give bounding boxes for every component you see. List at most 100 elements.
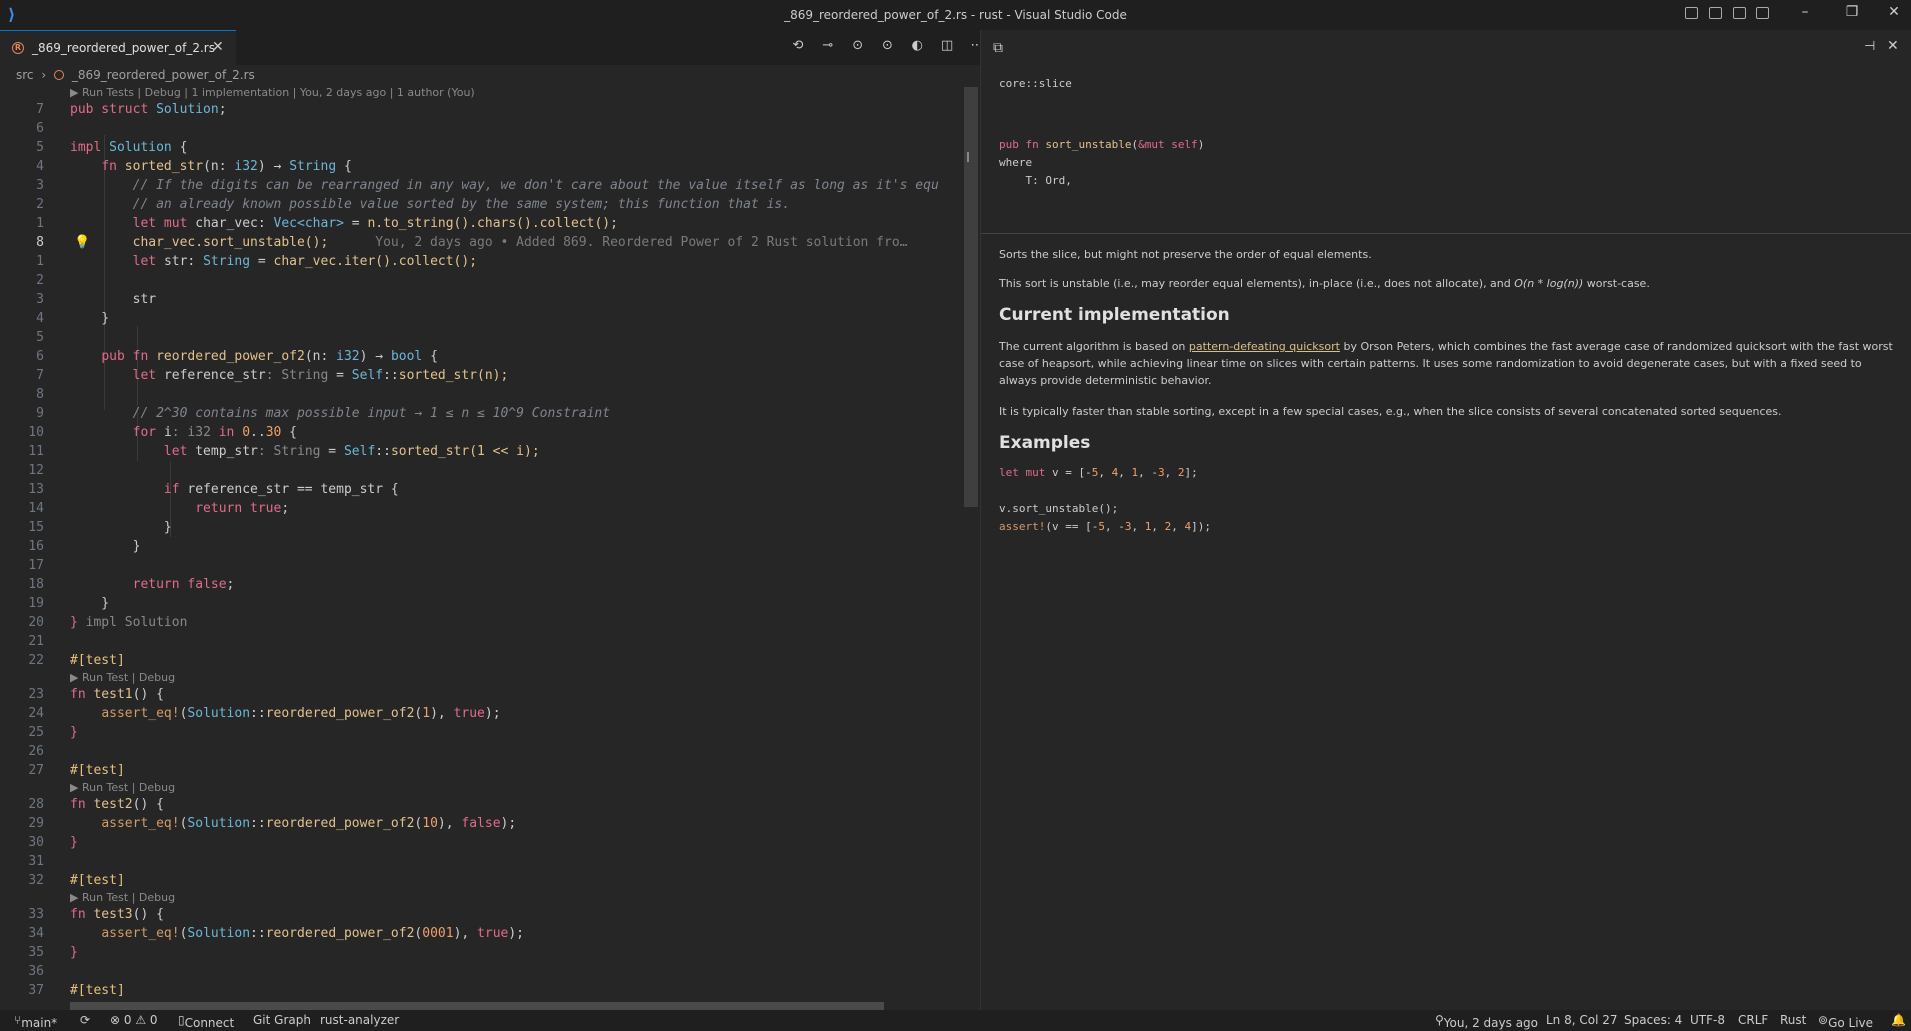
breadcrumb: src › _869_reordered_power_of_2.rs — [16, 68, 255, 82]
breadcrumb-file[interactable]: _869_reordered_power_of_2.rs — [72, 68, 255, 82]
vertical-scrollbar[interactable] — [964, 87, 978, 507]
code-line: 21 — [28, 634, 44, 649]
toggle-secondary-sidebar-icon[interactable] — [1732, 7, 1746, 19]
code-line: 35} — [28, 945, 78, 960]
code-line: 12 — [28, 463, 44, 478]
codelens-run-tests[interactable]: ▶ Run Tests | Debug | 1 implementation |… — [70, 85, 475, 100]
language-mode[interactable]: Rust — [1780, 1013, 1806, 1027]
split-editor-icon[interactable]: ◫ — [939, 38, 955, 54]
code-line-current: 8 💡 char_vec.sort_unstable(); You, 2 days… — [36, 235, 908, 250]
blame-status[interactable]: ⚲ You, 2 days ago — [1435, 1013, 1538, 1030]
code-line: 24 assert_eq!(Solution::reordered_power_… — [28, 706, 501, 721]
git-branch[interactable]: ⑂ main* — [14, 1013, 57, 1030]
code-line: 3 str — [36, 292, 157, 307]
git-compare-icon[interactable]: ◐ — [909, 38, 925, 54]
code-line: 2 // an already known possible value sor… — [36, 197, 791, 212]
rust-file-icon: R — [12, 42, 24, 54]
cursor-position[interactable]: Ln 8, Col 27 — [1546, 1013, 1618, 1027]
indentation[interactable]: Spaces: 4 — [1624, 1013, 1682, 1027]
divider — [981, 233, 1911, 234]
code-line: 23 fn test1() { — [28, 687, 164, 702]
editor-actions: ⟲ ⊸ ⊙ ⊙ ◐ ◫ ⋯ — [790, 38, 995, 58]
close-icon[interactable]: ✕ — [1887, 38, 1899, 54]
code-line: 22 #[test] — [28, 653, 125, 668]
code-line: 6 pub fn reordered_power_of2(n: i32) → b… — [36, 349, 438, 364]
codelens-run-test[interactable]: ▶ Run Test | Debug — [70, 890, 175, 905]
notifications-icon[interactable]: 🔔 — [1891, 1013, 1906, 1027]
code-line: 36 — [28, 964, 44, 979]
code-line: 30} — [28, 835, 78, 850]
title-bar: ⟩ _869_reordered_power_of_2.rs - rust - … — [0, 0, 1911, 30]
code-line: 3 // If the digits can be rearranged in … — [36, 178, 939, 193]
git-graph-button[interactable]: Git Graph — [253, 1013, 311, 1027]
sync-icon[interactable]: ⟳ — [80, 1013, 90, 1027]
code-line: 8 — [36, 387, 44, 402]
code-line: 34 assert_eq!(Solution::reordered_power_… — [28, 926, 525, 941]
code-line: 25} — [28, 725, 78, 740]
toggle-primary-sidebar-icon[interactable] — [1685, 7, 1698, 19]
rust-analyzer-status[interactable]: rust-analyzer — [320, 1013, 399, 1027]
code-line: 19 } — [28, 596, 110, 611]
doc-paragraph: It is typically faster than stable sorti… — [999, 405, 1782, 418]
hover-docs-panel: ⧉ ⊣ ✕ core::slice pub fn sort_unstable(&… — [980, 30, 1911, 1010]
code-line: 32 #[test] — [28, 873, 125, 888]
code-line: 15 } — [28, 520, 172, 535]
git-commit-icon[interactable]: ⊸ — [820, 38, 836, 54]
inline-blame: You, 2 days ago • Added 869. Reordered P… — [375, 235, 908, 250]
code-line: 31 — [28, 854, 44, 869]
doc-paragraph: This sort is unstable (i.e., may reorder… — [999, 277, 1650, 290]
git-next-icon[interactable]: ⊙ — [879, 38, 895, 54]
code-line: 13 if reference_str == temp_str { — [28, 482, 399, 497]
signature-line: pub fn sort_unstable(&mut self) — [999, 138, 1205, 151]
code-line: 28 fn test2() { — [28, 797, 164, 812]
doc-paragraph: Sorts the slice, but might not preserve … — [999, 248, 1372, 261]
code-line: 4 } — [36, 311, 110, 326]
signature-where: where — [999, 156, 1033, 169]
breadcrumb-folder[interactable]: src — [16, 68, 34, 82]
code-line: 1 let mut char_vec: Vec<char> = n.to_str… — [36, 216, 618, 231]
code-line: 9 // 2^30 contains max possible input → … — [36, 406, 611, 421]
code-line: 6 — [36, 121, 44, 136]
status-bar: ⑂ main* ⟳ ⊗ 0 ⚠ 0 ▯ Connect Git Graph ru… — [0, 1010, 1911, 1031]
code-line: 2 — [36, 273, 44, 288]
code-line: 5 impl Solution { — [36, 140, 188, 155]
pin-icon[interactable]: ⊣ — [1864, 39, 1875, 54]
encoding[interactable]: UTF-8 — [1690, 1013, 1725, 1027]
pdqsort-link[interactable]: pattern-defeating quicksort — [1189, 340, 1340, 353]
tab-label: _869_reordered_power_of_2.rs — [32, 41, 215, 55]
signature-bound: T: Ord, — [999, 174, 1072, 187]
code-line: 5 — [36, 330, 44, 345]
code-line: 4 fn sorted_str(n: i32) → String { — [36, 159, 352, 174]
code-editor[interactable]: ▶ Run Tests | Debug | 1 implementation |… — [0, 85, 980, 1010]
customize-layout-icon[interactable] — [1756, 7, 1770, 19]
window-title: _869_reordered_power_of_2.rs - rust - Vi… — [784, 8, 1127, 22]
codelens-run-test[interactable]: ▶ Run Test | Debug — [70, 780, 175, 795]
layout-controls — [1685, 7, 1776, 23]
code-line: 11 let temp_str: String = Self::sorted_s… — [28, 444, 540, 459]
code-line: 33 fn test3() { — [28, 907, 164, 922]
code-line: 20} impl Solution — [28, 615, 188, 630]
toggle-panel-icon[interactable] — [1708, 7, 1722, 19]
code-line: 26 — [28, 744, 44, 759]
example-line: assert!(v == [-5, -3, 1, 2, 4]); — [999, 520, 1211, 533]
restore-icon[interactable]: ❐ — [1842, 4, 1862, 20]
doc-heading: Current implementation — [999, 305, 1230, 325]
go-live-button[interactable]: ⊚ Go Live — [1818, 1013, 1873, 1030]
code-line: 10 for i: i32 in 0..30 { — [28, 425, 298, 440]
git-previous-icon[interactable]: ⊙ — [850, 38, 866, 54]
minimize-icon[interactable]: – — [1795, 4, 1815, 20]
problems-indicator[interactable]: ⊗ 0 ⚠ 0 — [110, 1013, 158, 1027]
rust-file-icon — [54, 70, 64, 80]
code-line: 16 } — [28, 539, 141, 554]
codelens-run-test[interactable]: ▶ Run Test | Debug — [70, 670, 175, 685]
line-ending[interactable]: CRLF — [1738, 1013, 1768, 1027]
code-line: 37 #[test] — [28, 983, 125, 998]
tab-869-reordered-power-of-2[interactable]: R _869_reordered_power_of_2.rs ✕ — [0, 30, 236, 65]
connect-button[interactable]: ▯ Connect — [178, 1013, 234, 1030]
close-window-icon[interactable]: ✕ — [1884, 4, 1904, 20]
tab-close-icon[interactable]: ✕ — [212, 39, 224, 55]
copy-icon[interactable]: ⧉ — [993, 40, 1003, 56]
example-line: let mut v = [-5, 4, 1, -3, 2]; — [999, 466, 1198, 479]
timeline-icon[interactable]: ⟲ — [790, 38, 806, 54]
code-line: 1 let str: String = char_vec.iter().coll… — [36, 254, 478, 269]
